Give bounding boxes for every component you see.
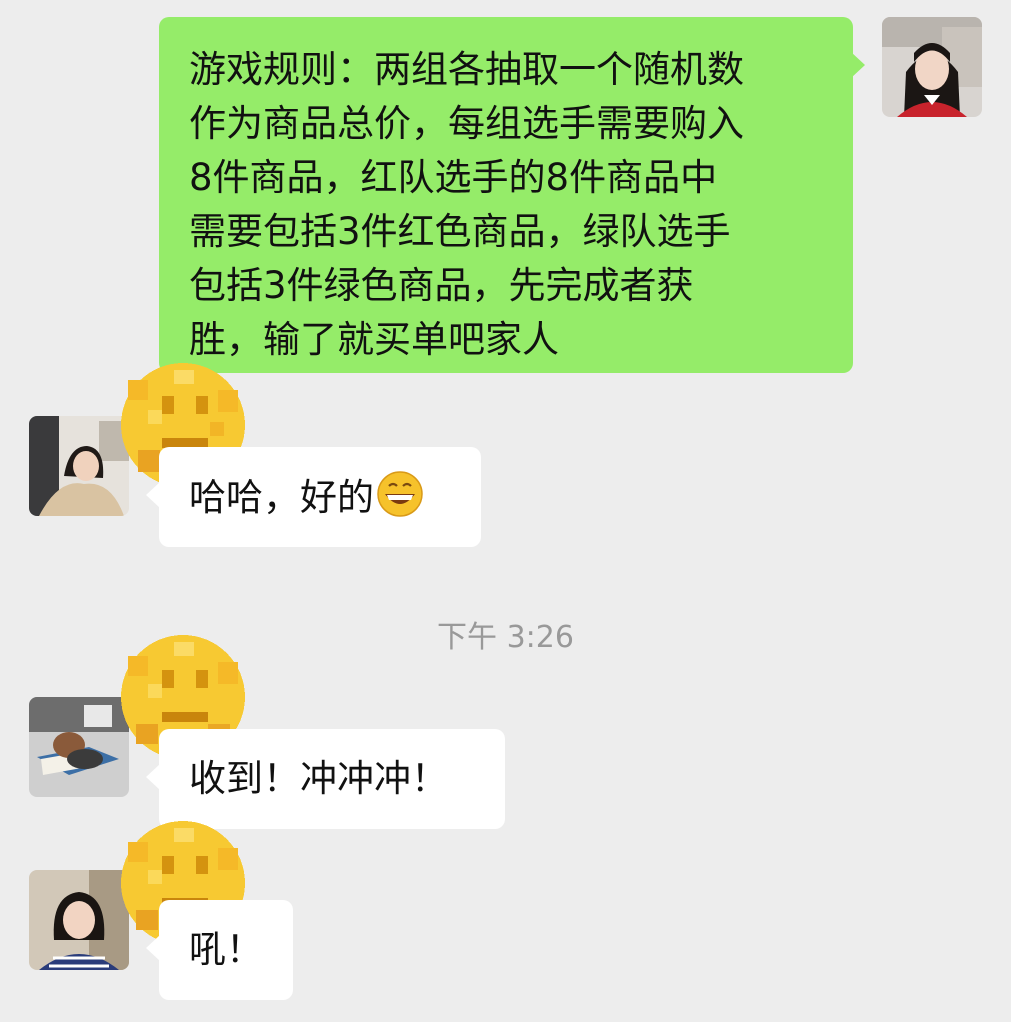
member-1-avatar[interactable] bbox=[29, 416, 129, 516]
message-line: 需要包括3件红色商品，绿队选手 bbox=[189, 210, 731, 253]
message-text: 哈哈，好的 bbox=[189, 476, 374, 519]
message-line: 游戏规则：两组各抽取一个随机数 bbox=[189, 48, 744, 91]
grin-emoji bbox=[376, 470, 424, 518]
bubble-tail bbox=[146, 935, 160, 961]
message-line: 胜，输了就买单吧家人 bbox=[189, 318, 559, 361]
message-text: 收到！冲冲冲！ bbox=[189, 757, 448, 800]
bubble-tail bbox=[851, 52, 865, 78]
message-line: 作为商品总价，每组选手需要购入 bbox=[189, 102, 744, 145]
bubble-tail bbox=[146, 764, 160, 790]
member-2-avatar[interactable] bbox=[29, 697, 129, 797]
member-1-message-bubble[interactable]: 哈哈，好的 bbox=[159, 447, 481, 547]
message-line: 包括3件绿色商品，先完成者获 bbox=[189, 264, 694, 307]
bubble-tail bbox=[146, 482, 160, 508]
self-message-bubble[interactable]: 游戏规则：两组各抽取一个随机数 作为商品总价，每组选手需要购入 8件商品，红队选… bbox=[159, 17, 853, 373]
member-3-message-bubble[interactable]: 吼！ bbox=[159, 900, 293, 1000]
member-3-avatar[interactable] bbox=[29, 870, 129, 970]
member-2-message-bubble[interactable]: 收到！冲冲冲！ bbox=[159, 729, 505, 829]
message-line: 8件商品，红队选手的8件商品中 bbox=[189, 156, 718, 199]
self-avatar[interactable] bbox=[882, 17, 982, 117]
message-text: 吼！ bbox=[189, 928, 263, 971]
